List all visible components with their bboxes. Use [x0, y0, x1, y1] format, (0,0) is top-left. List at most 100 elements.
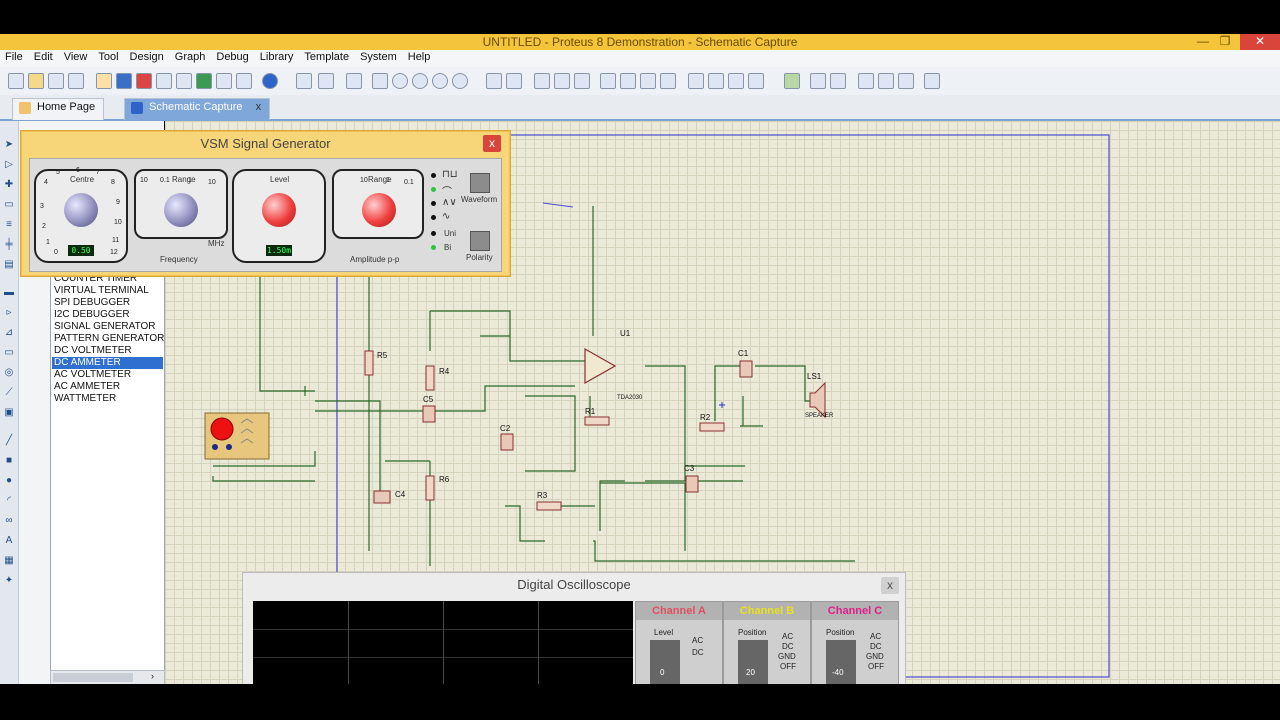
menu-file[interactable]: File — [0, 50, 29, 67]
source-code-icon[interactable] — [236, 73, 252, 89]
list-item[interactable]: WATTMETER — [54, 393, 116, 405]
origin-icon[interactable] — [346, 73, 362, 89]
tab-home-page[interactable]: Home Page — [12, 98, 105, 120]
device-list-scrollbar[interactable]: › — [50, 670, 165, 685]
block-move-icon[interactable] — [620, 73, 636, 89]
home-icon[interactable] — [96, 73, 112, 89]
frequency-knob[interactable] — [164, 193, 198, 227]
centre-dial[interactable]: Centre 4 5 6 7 8 9 10 11 12 3 2 1 0 0.50 — [34, 167, 128, 263]
menu-system[interactable]: System — [355, 50, 403, 67]
tab-close-icon[interactable]: x — [256, 101, 262, 113]
list-item[interactable]: AC AMMETER — [54, 381, 120, 393]
open-folder-icon[interactable] — [28, 73, 44, 89]
zoom-area-icon[interactable] — [452, 73, 468, 89]
new-sheet-icon[interactable] — [858, 73, 874, 89]
terminals-icon[interactable]: ▬ — [3, 287, 15, 299]
search-tag-icon[interactable] — [810, 73, 826, 89]
block-rotate-icon[interactable] — [640, 73, 656, 89]
close-button[interactable]: ✕ — [1240, 34, 1280, 50]
frequency-range-dial[interactable]: Range 10 0.1 1 10 — [134, 169, 228, 239]
minimize-button[interactable]: — — [1192, 34, 1214, 50]
menu-tool[interactable]: Tool — [93, 50, 124, 67]
report-icon[interactable] — [924, 73, 940, 89]
signal-generator-window[interactable]: VSM Signal Generator x Centre 4 5 6 7 8 … — [20, 130, 511, 277]
text-icon[interactable]: A — [3, 535, 15, 547]
subcircuit-icon[interactable]: ▤ — [3, 259, 15, 271]
list-item[interactable]: SIGNAL GENERATOR — [54, 321, 156, 333]
menu-graph[interactable]: Graph — [170, 50, 212, 67]
list-item[interactable]: PATTERN GENERATOR — [54, 333, 164, 345]
oscilloscope-close-button[interactable]: x — [881, 577, 899, 594]
channel-c-position-knob[interactable]: -40 — [826, 640, 856, 686]
exit-parent-icon[interactable] — [898, 73, 914, 89]
box-icon[interactable]: ■ — [3, 455, 15, 467]
paste-icon[interactable] — [574, 73, 590, 89]
scroll-right-icon[interactable]: › — [151, 671, 154, 681]
pan-icon[interactable] — [372, 73, 388, 89]
device-list[interactable]: COUNTER TIMER VIRTUAL TERMINAL SPI DEBUG… — [50, 272, 165, 672]
symbol-icon[interactable]: ▦ — [3, 555, 15, 567]
make-device-icon[interactable] — [708, 73, 724, 89]
level-knob[interactable] — [262, 193, 296, 227]
waveform-button[interactable] — [470, 173, 490, 193]
wire-label-icon[interactable]: ▭ — [3, 199, 15, 211]
list-item-selected[interactable]: DC AMMETER — [52, 357, 163, 369]
zoom-all-icon[interactable] — [432, 73, 448, 89]
junction-icon[interactable]: ✚ — [3, 179, 15, 191]
voltage-probe-icon[interactable]: ⟋ — [3, 387, 15, 399]
text-script-icon[interactable]: ≡ — [3, 219, 15, 231]
menu-library[interactable]: Library — [255, 50, 300, 67]
pick-parts-icon[interactable] — [688, 73, 704, 89]
remove-sheet-icon[interactable] — [878, 73, 894, 89]
design-explorer-icon[interactable] — [176, 73, 192, 89]
list-item[interactable]: AC VOLTMETER — [54, 369, 131, 381]
list-item[interactable]: I2C DEBUGGER — [54, 309, 130, 321]
channel-a-level-knob[interactable]: 0 — [650, 640, 680, 686]
channel-b-position-knob[interactable]: 20 — [738, 640, 768, 686]
device-pins-icon[interactable]: ▹ — [3, 307, 15, 319]
schematic-icon[interactable] — [116, 73, 132, 89]
menu-view[interactable]: View — [59, 50, 94, 67]
graph-icon[interactable]: ⊿ — [3, 327, 15, 339]
list-item[interactable]: SPI DEBUGGER — [54, 297, 130, 309]
amplitude-range-dial[interactable]: Range 10 1 0.1 — [332, 169, 424, 239]
copy-icon[interactable] — [554, 73, 570, 89]
redo-icon[interactable] — [506, 73, 522, 89]
new-file-icon[interactable] — [8, 73, 24, 89]
bom-icon[interactable] — [196, 73, 212, 89]
line-icon[interactable]: ╱ — [3, 435, 15, 447]
menu-template[interactable]: Template — [299, 50, 355, 67]
bus-icon[interactable]: ╪ — [3, 239, 15, 251]
decompose-icon[interactable] — [748, 73, 764, 89]
tab-schematic-capture[interactable]: Schematic Capture x — [124, 98, 271, 120]
circle-icon[interactable]: ● — [3, 475, 15, 487]
zoom-out-icon[interactable] — [412, 73, 428, 89]
block-copy-icon[interactable] — [600, 73, 616, 89]
zoom-in-icon[interactable] — [392, 73, 408, 89]
refresh-icon[interactable] — [296, 73, 312, 89]
marker-icon[interactable]: ✦ — [3, 575, 15, 587]
wire-autorouter-icon[interactable] — [784, 73, 800, 89]
property-assignment-icon[interactable] — [830, 73, 846, 89]
arc-icon[interactable]: ◜ — [3, 495, 15, 507]
package-tool-icon[interactable] — [728, 73, 744, 89]
notes-icon[interactable] — [216, 73, 232, 89]
help-icon[interactable] — [262, 73, 278, 89]
menu-help[interactable]: Help — [403, 50, 437, 67]
pcb-icon[interactable] — [136, 73, 152, 89]
gerber-icon[interactable] — [156, 73, 172, 89]
cut-icon[interactable] — [534, 73, 550, 89]
scrollbar-thumb[interactable] — [53, 673, 133, 682]
list-item[interactable]: DC VOLTMETER — [54, 345, 132, 357]
tape-recorder-icon[interactable]: ▭ — [3, 347, 15, 359]
polarity-button[interactable] — [470, 231, 490, 251]
path-icon[interactable]: ∞ — [3, 515, 15, 527]
generator-icon[interactable]: ◎ — [3, 367, 15, 379]
undo-icon[interactable] — [486, 73, 502, 89]
menu-edit[interactable]: Edit — [29, 50, 59, 67]
restore-button[interactable]: ❐ — [1214, 34, 1236, 50]
save-icon[interactable] — [48, 73, 64, 89]
import-icon[interactable] — [68, 73, 84, 89]
block-delete-icon[interactable] — [660, 73, 676, 89]
amplitude-knob[interactable] — [362, 193, 396, 227]
